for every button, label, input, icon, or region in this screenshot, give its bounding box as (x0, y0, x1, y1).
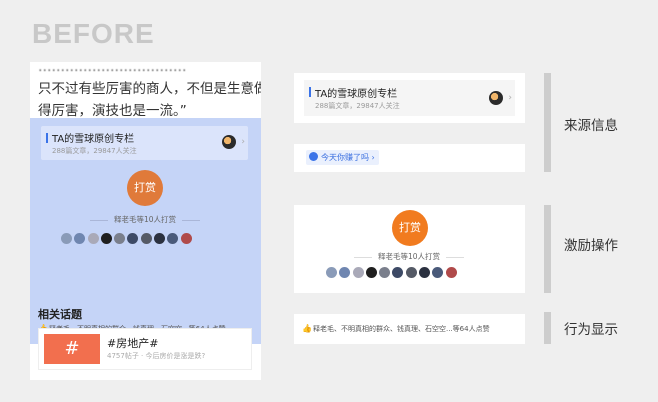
tipper-avatar (352, 267, 364, 278)
tipper-avatar (339, 267, 351, 278)
chevron-right-icon: › (508, 93, 512, 103)
tip-button[interactable]: 打赏 (392, 210, 428, 246)
tipper-avatar (114, 233, 126, 244)
likes-text: 释老毛、不明真相的群众、钱真理、石空空...等64人点赞 (313, 325, 490, 333)
topic-subtitle: 4757帖子 · 今后房价是涨是跌? (107, 352, 206, 360)
tip-count-row: 释老毛等10人打赏 (354, 251, 464, 263)
earn-card: 今天你赚了吗 › (294, 144, 525, 172)
column-stats: 288篇文章，29847人关注 (315, 102, 400, 110)
thumbs-up-icon: 👍 (302, 324, 312, 333)
tipper-avatar (379, 267, 391, 278)
design-comparison: BEFORE …………………………… 只不过有些厉害的商人，不但是生意做 得厉害… (0, 0, 658, 402)
tipper-avatar (61, 233, 72, 244)
quote-line: 只不过有些厉害的商人，不但是生意做 (38, 81, 261, 97)
tipper-avatar (74, 233, 86, 244)
divider (182, 220, 200, 221)
tipper-avatar (392, 267, 404, 278)
tipper-avatar (432, 267, 444, 278)
incentive-card: 打赏 释老毛等10人打赏 (294, 205, 525, 293)
tipper-avatars (326, 267, 459, 279)
source-card: TA的雪球原创专栏 288篇文章，29847人关注 › (294, 73, 525, 123)
column-card[interactable]: TA的雪球原创专栏 288篇文章，29847人关注 › (41, 126, 248, 160)
phone-screenshot: …………………………… 只不过有些厉害的商人，不但是生意做 得厉害，演技也是一流… (30, 62, 261, 380)
tip-count-row: 释老毛等10人打赏 (90, 214, 200, 226)
label-behavior: 行为显示 (564, 322, 618, 338)
accent-bar (309, 87, 311, 97)
likes-row: 👍释老毛、不明真相的群众、钱真理、石空空...等64人点赞 (302, 324, 490, 334)
section-bar-incentive (544, 205, 551, 293)
tipper-avatar (127, 233, 139, 244)
accent-bar (46, 133, 48, 143)
tipper-avatar (87, 233, 99, 244)
tipper-avatar (180, 233, 192, 244)
earn-pill[interactable]: 今天你赚了吗 › (306, 150, 379, 165)
topic-name: #房地产# (107, 337, 159, 350)
chevron-right-icon: › (371, 153, 375, 162)
tipper-avatar (405, 267, 417, 278)
tipper-avatar (154, 233, 166, 244)
section-bar-source (544, 73, 551, 172)
quote-line: …………………………… (38, 62, 187, 75)
tipper-avatar (419, 267, 431, 278)
chevron-right-icon: › (241, 137, 245, 147)
before-heading: BEFORE (32, 18, 155, 49)
coin-icon (309, 152, 318, 161)
column-title: TA的雪球原创专栏 (52, 134, 135, 145)
topic-card[interactable]: # #房地产# 4757帖子 · 今后房价是涨是跌? (38, 328, 252, 370)
label-source: 来源信息 (564, 118, 618, 134)
tipper-avatar (140, 233, 152, 244)
behavior-card: 👍释老毛、不明真相的群众、钱真理、石空空...等64人点赞 (294, 314, 525, 344)
tipper-avatar (445, 267, 457, 278)
label-incentive: 激励操作 (564, 238, 618, 254)
tipper-avatar (365, 267, 377, 278)
column-card[interactable]: TA的雪球原创专栏 288篇文章，29847人关注 › (304, 80, 515, 116)
divider (446, 257, 464, 258)
tip-button[interactable]: 打赏 (127, 170, 163, 206)
author-avatar (489, 91, 503, 105)
tipper-avatar (326, 267, 337, 278)
tipper-avatar (100, 233, 112, 244)
related-topics-heading: 相关话题 (38, 308, 82, 321)
column-stats: 288篇文章，29847人关注 (52, 147, 137, 155)
column-title: TA的雪球原创专栏 (315, 89, 398, 100)
author-avatar (222, 135, 236, 149)
topic-hash-icon: # (44, 334, 100, 364)
article-quote: …………………………… 只不过有些厉害的商人，不但是生意做 得厉害，演技也是一流… (38, 62, 261, 122)
section-bar-behavior (544, 312, 551, 344)
earn-text: 今天你赚了吗 (321, 153, 369, 162)
tipper-avatars (61, 233, 194, 245)
tipper-avatar (167, 233, 179, 244)
